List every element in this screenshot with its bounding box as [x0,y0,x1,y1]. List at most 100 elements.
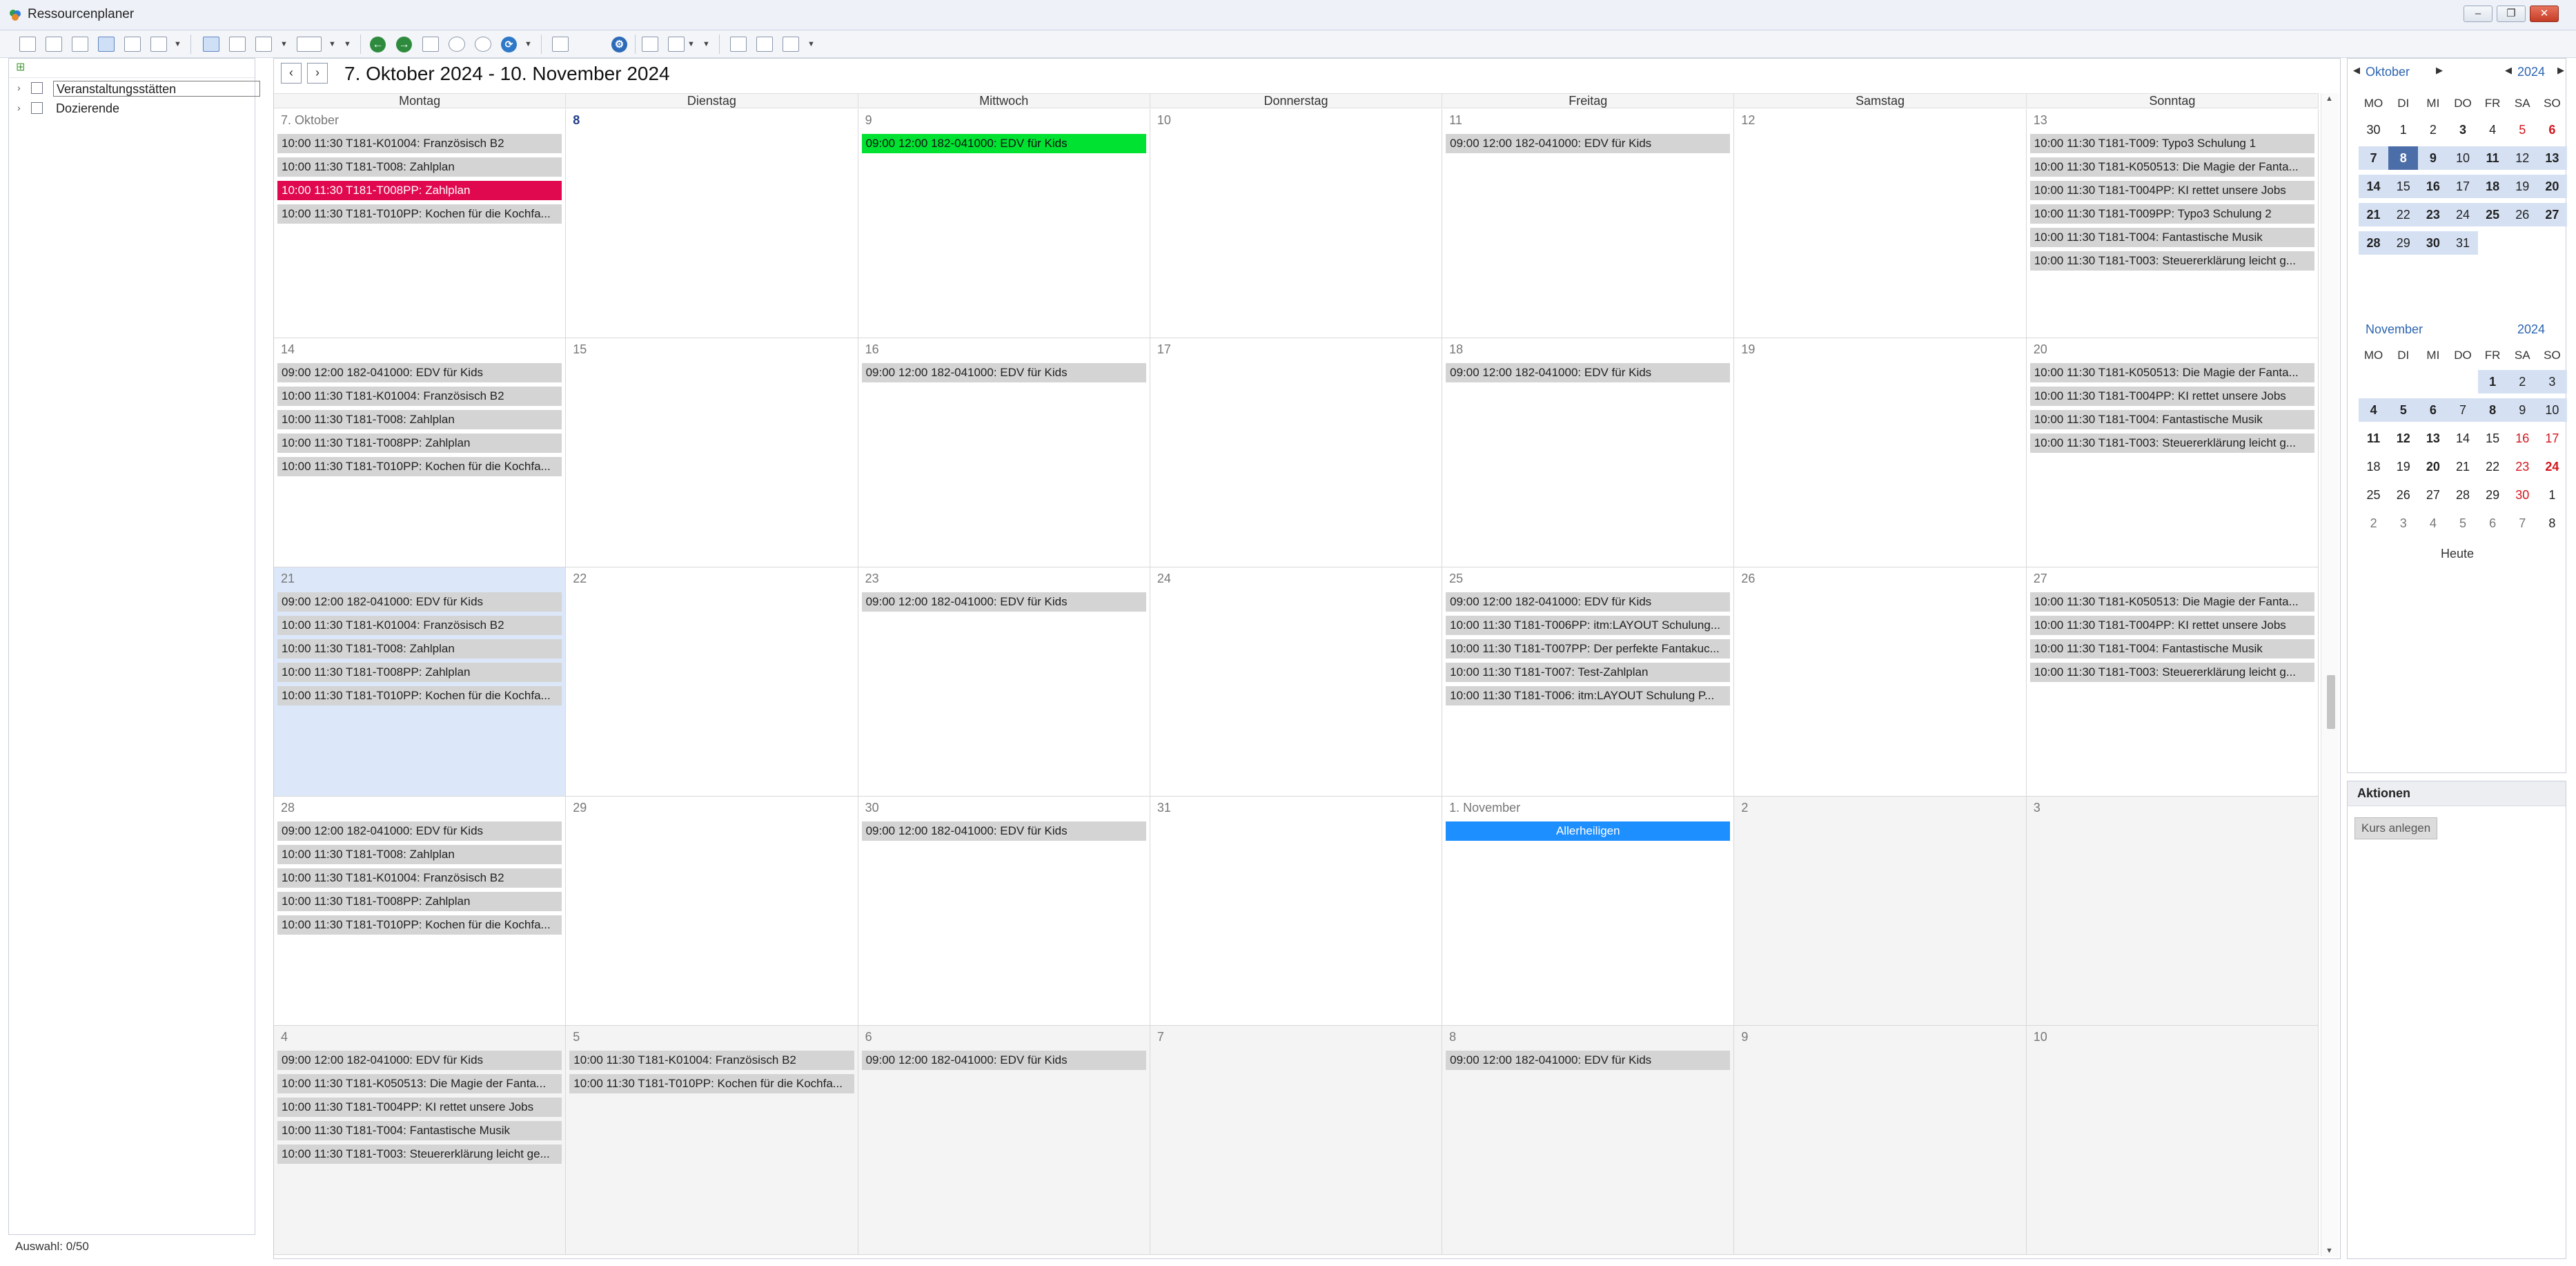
calendar-event[interactable]: 10:00 11:30 T181-T004PP: KI rettet unser… [2029,387,2314,406]
day-view-icon[interactable] [19,37,36,52]
mini-calendar-day[interactable]: 6 [2418,398,2448,422]
day-cell[interactable]: 23 09:00 12:00 182-041000: EDV für Kids [858,567,1150,797]
day-cell[interactable]: 31 [1150,797,1443,1026]
mini-calendar-month[interactable]: November [2366,322,2423,337]
mini-calendar-day[interactable]: 2 [2507,369,2537,393]
day-cell[interactable]: 18 09:00 12:00 182-041000: EDV für Kids [1442,338,1735,567]
calendar-layout-icon[interactable] [203,37,219,52]
calendar-event[interactable]: 10:00 11:30 T181-T009: Typo3 Schulung 1 [2029,134,2314,153]
mini-calendar-day[interactable]: 26 [2388,483,2418,507]
zoom-out-icon[interactable] [475,37,491,52]
mini-calendar-year[interactable]: 2024 [2517,322,2545,337]
calendar-event[interactable]: 10:00 11:30 T181-T007PP: Der perfekte Fa… [1446,639,1731,659]
calendar-event[interactable]: 10:00 11:30 T181-T003: Steuererklärung l… [2029,663,2314,682]
mini-calendar-day[interactable]: 24 [2537,455,2567,478]
day-cell[interactable]: 26 [1734,567,2027,797]
calendar-event[interactable]: 10:00 11:30 T181-T004PP: KI rettet unser… [277,1098,562,1117]
day-cell[interactable]: 25 09:00 12:00 182-041000: EDV für Kids 10… [1442,567,1735,797]
timeline-view-icon[interactable] [124,37,141,52]
calendar-event[interactable]: 10:00 11:30 T181-T003: Steuererklärung l… [2029,434,2314,453]
mini-calendar-day[interactable]: 15 [2478,427,2508,450]
day-cell[interactable]: 8 [566,109,858,338]
close-button[interactable]: ✕ [2530,6,2559,22]
calendar-scrollbar[interactable]: ▲ ▼ [2321,93,2339,1256]
day-cell[interactable]: 24 [1150,567,1443,797]
mini-calendar-day[interactable]: 25 [2477,202,2508,226]
mini-calendar-day[interactable]: 4 [2359,398,2389,422]
mini-calendar-day[interactable]: 22 [2478,455,2508,478]
mini-calendar-day[interactable]: 9 [2507,398,2537,422]
calendar-event[interactable]: 09:00 12:00 182-041000: EDV für Kids [861,363,1146,382]
mini-calendar-day[interactable]: 30 [2508,483,2537,507]
mini-calendar-day[interactable]: 21 [2359,202,2389,226]
next-year-icon[interactable]: ▶ [2557,65,2564,76]
day-cell[interactable]: 15 [566,338,858,567]
refresh-dropdown-icon[interactable]: ▼ [524,40,532,48]
mini-calendar-year[interactable]: 2024 [2517,65,2545,79]
day-cell[interactable]: 6 09:00 12:00 182-041000: EDV für Kids [858,1026,1150,1255]
mini-calendar-day[interactable]: 22 [2388,202,2419,226]
mini-calendar-day[interactable]: 1 [2477,369,2508,393]
mini-calendar-day[interactable]: 13 [2537,146,2567,170]
group-by-more-dropdown-icon[interactable]: ▼ [344,40,351,48]
calendar-event[interactable]: 10:00 11:30 T181-T008: Zahlplan [277,410,562,429]
forward-arrow-icon[interactable]: → [396,37,412,52]
calendar-event[interactable]: 10:00 11:30 T181-T008: Zahlplan [277,845,562,864]
next-month-icon[interactable]: ▶ [2436,65,2443,76]
zoom-in-icon[interactable] [449,37,465,52]
day-cell[interactable]: 10 [2026,1026,2319,1255]
mini-calendar-day[interactable]: 10 [2448,146,2478,170]
settings-gear-icon[interactable]: ⚙ [611,37,627,52]
group-by-icon[interactable] [297,37,322,52]
restore-button[interactable]: ❐ [2497,6,2526,22]
calendar-event[interactable]: 10:00 11:30 T181-T004PP: KI rettet unser… [2029,616,2314,635]
mini-calendar-day[interactable]: 27 [2537,202,2567,226]
mini-calendar-day[interactable]: 11 [2477,146,2508,170]
calendar-event[interactable]: 10:00 11:30 T181-K01004: Französisch B2 [277,616,562,635]
day-cell[interactable]: 11 09:00 12:00 182-041000: EDV für Kids [1442,109,1735,338]
next-range-button[interactable]: › [307,63,328,84]
mini-calendar-day[interactable]: 23 [2418,202,2448,226]
calendar-event[interactable]: 10:00 11:30 T181-K050513: Die Magie der … [277,1074,562,1093]
day-cell[interactable]: 7. Oktober 10:00 11:30 T181-K01004: Franz… [274,109,567,338]
mini-calendar-day[interactable]: 16 [2418,174,2448,198]
day-cell[interactable]: 17 [1150,338,1443,567]
mini-calendar-day[interactable]: 10 [2537,398,2567,422]
calendar-event[interactable]: 10:00 11:30 T181-T010PP: Kochen für die … [569,1074,854,1093]
today-calendar-icon[interactable] [422,37,439,52]
list-view-icon[interactable] [150,37,167,52]
month-view-icon[interactable] [98,37,115,52]
calendar-event[interactable]: 10:00 11:30 T181-T006: itm:LAYOUT Schulu… [1446,686,1731,705]
mini-calendar-day[interactable]: 12 [2388,427,2418,450]
calendar-event[interactable]: 10:00 11:30 T181-T008PP: Zahlplan [277,181,562,200]
calendar-event[interactable]: 10:00 11:30 T181-T009PP: Typo3 Schulung … [2029,204,2314,224]
mini-calendar-day[interactable]: 30 [2359,118,2388,142]
day-cell[interactable]: 10 [1150,109,1443,338]
mini-calendar-day[interactable]: 26 [2507,202,2537,226]
calendar-event[interactable]: 10:00 11:30 T181-T004: Fantastische Musi… [2029,410,2314,429]
week-view-icon[interactable] [72,37,88,52]
calendar-event[interactable]: 10:00 11:30 T181-T008PP: Zahlplan [277,892,562,911]
mini-calendar-day[interactable]: 5 [2388,398,2419,422]
mini-calendar-day[interactable]: 25 [2359,483,2388,507]
refresh-icon[interactable]: ⟳ [501,37,517,52]
mini-calendar-day[interactable]: 17 [2448,174,2478,198]
today-link[interactable]: Heute [2348,547,2567,561]
day-cell[interactable]: 1. November Allerheiligen [1442,797,1735,1026]
mini-calendar-day[interactable]: 12 [2507,146,2537,170]
calendar-event[interactable]: 09:00 12:00 182-041000: EDV für Kids [277,592,562,612]
mini-calendar-day[interactable]: 4 [2478,118,2508,142]
calendar-event[interactable]: 10:00 11:30 T181-T010PP: Kochen für die … [277,686,562,705]
mini-calendar-day[interactable]: 17 [2537,427,2567,450]
mini-calendar-day[interactable]: 24 [2448,202,2478,226]
calendar-event[interactable]: 10:00 11:30 T181-T004PP: KI rettet unser… [2029,181,2314,200]
calendar-event[interactable]: 10:00 11:30 T181-T004: Fantastische Musi… [277,1121,562,1140]
day-cell[interactable]: 7 [1150,1026,1443,1255]
calendar-event[interactable]: 09:00 12:00 182-041000: EDV für Kids [277,363,562,382]
scroll-up-icon[interactable]: ▲ [2326,95,2333,103]
calendar-event[interactable]: 10:00 11:30 T181-T006PP: itm:LAYOUT Schu… [1446,616,1731,635]
calendar-event[interactable]: 09:00 12:00 182-041000: EDV für Kids [277,1051,562,1070]
mini-calendar-day[interactable]: 11 [2359,427,2388,450]
mini-calendar-day[interactable]: 28 [2448,483,2477,507]
mini-calendar-day[interactable]: 3 [2448,118,2477,142]
